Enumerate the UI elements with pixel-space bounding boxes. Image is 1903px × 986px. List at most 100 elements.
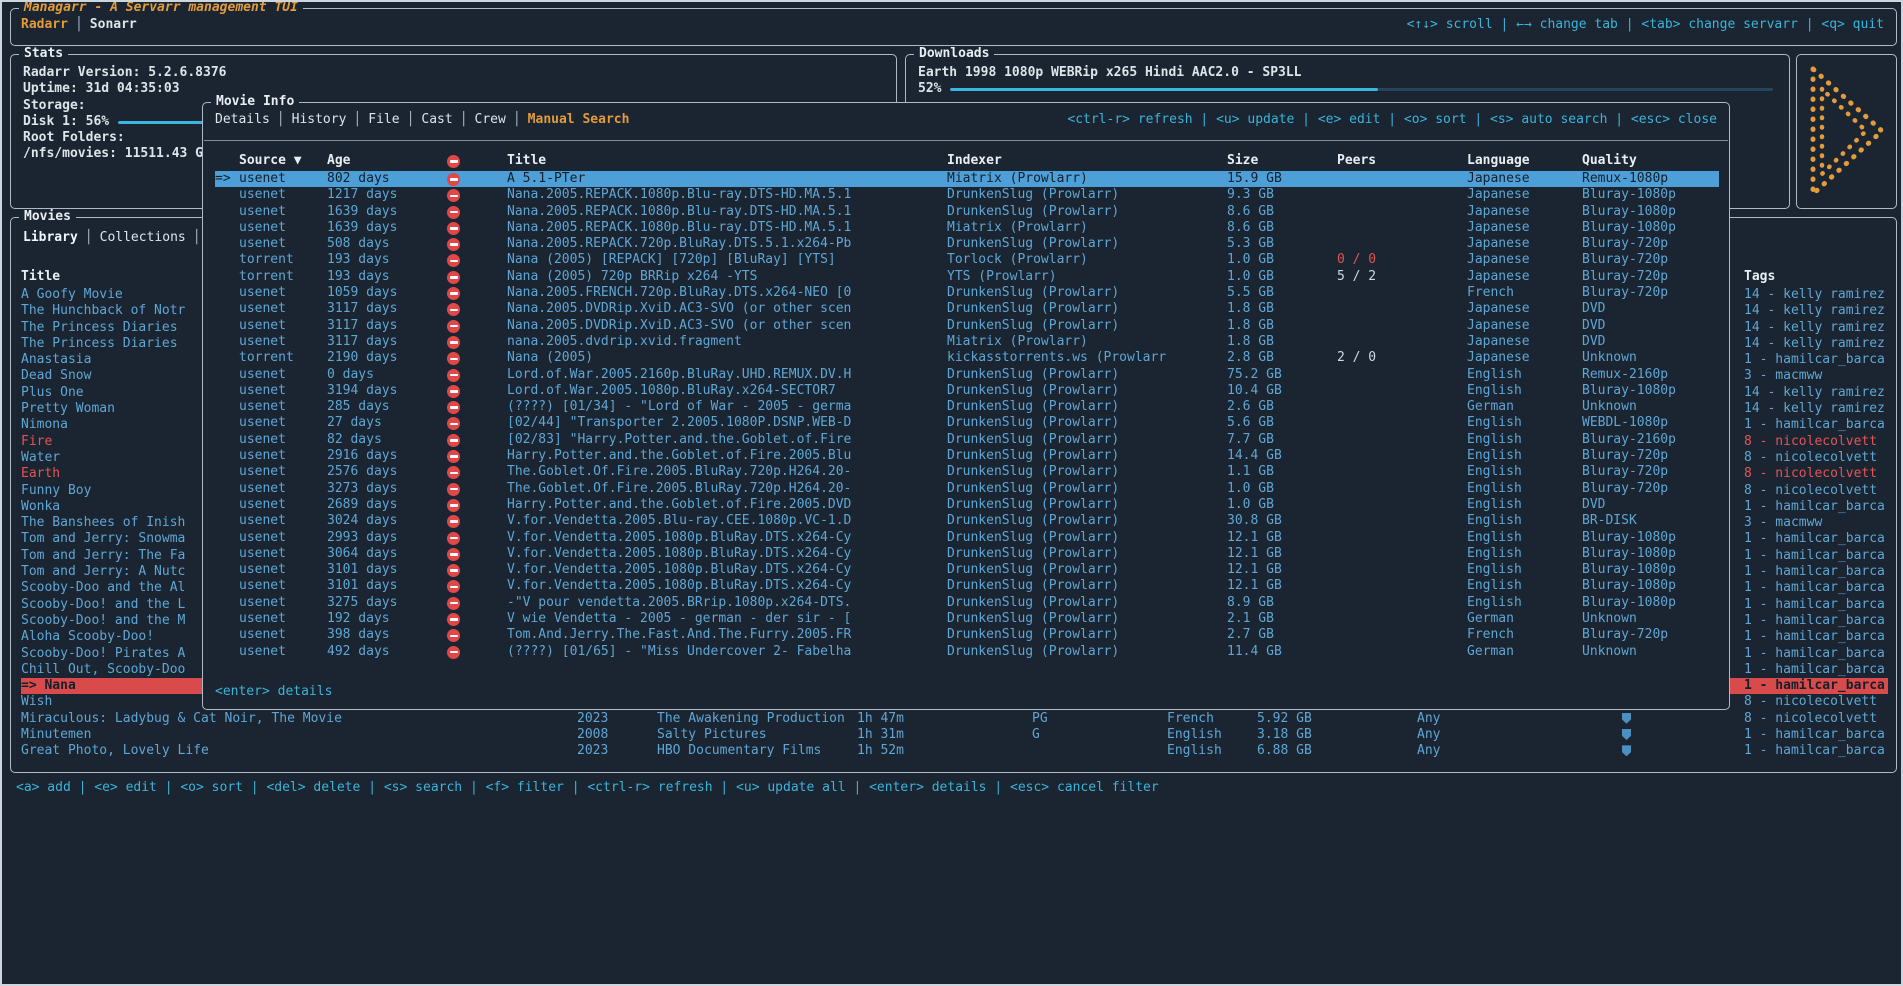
search-result-row[interactable]: usenet3101 daysV.for.Vendetta.2005.1080p… [215,562,1719,578]
rejected-icon [447,222,460,235]
result-quality: Bluray-720p [1582,285,1719,301]
result-title: V.for.Vendetta.2005.Blu-ray.CEE.1080p.VC… [507,513,947,529]
search-result-row[interactable]: usenet2576 daysThe.Goblet.Of.Fire.2005.B… [215,464,1719,480]
tabs-divider [204,140,1728,141]
result-quality: WEBDL-1080p [1582,415,1719,431]
result-age: 3275 days [327,595,447,611]
result-title: Harry.Potter.and.the.Goblet.of.Fire.2005… [507,448,947,464]
tab-sonarr[interactable]: Sonarr [90,17,137,32]
movie-monitored [1622,743,1744,759]
tab-collections[interactable]: Collections [100,230,186,245]
search-result-row[interactable]: usenet3064 daysV.for.Vendetta.2005.1080p… [215,546,1719,562]
search-result-row[interactable]: usenet285 days(????) [01/34] - "Lord of … [215,399,1719,415]
movie-tags: 14 - kelly ramirez [1744,336,1888,352]
result-language: Japanese [1467,236,1582,252]
selection-indicator [215,285,239,301]
result-source: usenet [239,481,327,497]
movie-row[interactable]: Minutemen2008Salty Pictures1h 31mGEnglis… [21,727,1888,743]
result-rejected [447,497,507,513]
search-result-row[interactable]: usenet2916 daysHarry.Potter.and.the.Gobl… [215,448,1719,464]
search-result-row[interactable]: usenet492 days(????) [01/65] - "Miss Und… [215,644,1719,660]
search-result-row[interactable]: usenet508 daysNana.2005.REPACK.720p.BluR… [215,236,1719,252]
column-rejected [447,153,507,169]
search-result-row[interactable]: usenet3101 daysV.for.Vendetta.2005.1080p… [215,578,1719,594]
rejected-icon [447,238,460,251]
rejected-icon [447,450,460,463]
result-title: Tom.And.Jerry.The.Fast.And.The.Furry.200… [507,627,947,643]
tab-crew[interactable]: Crew [475,112,506,127]
search-result-row[interactable]: usenet0 daysLord.of.War.2005.2160p.BluRa… [215,367,1719,383]
download-percent: 52% [918,81,941,97]
search-result-row[interactable]: usenet3194 daysLord.of.War.2005.1080p.Bl… [215,383,1719,399]
result-peers [1337,578,1467,594]
result-rejected [447,301,507,317]
tab-separator: │ [353,112,361,127]
result-size: 12.1 GB [1227,546,1337,562]
result-source: usenet [239,530,327,546]
result-size: 30.8 GB [1227,513,1337,529]
result-quality: Bluray-720p [1582,236,1719,252]
result-quality: Bluray-1080p [1582,383,1719,399]
search-result-row[interactable]: usenet3117 daysnana.2005.dvdrip.xvid.fra… [215,334,1719,350]
result-indexer: DrunkenSlug (Prowlarr) [947,546,1227,562]
search-result-row[interactable]: usenet3024 daysV.for.Vendetta.2005.Blu-r… [215,513,1719,529]
search-result-row[interactable]: usenet3117 daysNana.2005.DVDRip.XviD.AC3… [215,301,1719,317]
search-result-row[interactable]: usenet1639 daysNana.2005.REPACK.1080p.Bl… [215,220,1719,236]
rejected-icon [447,320,460,333]
result-age: 193 days [327,269,447,285]
rejected-icon [447,646,460,659]
movie-tags: 1 - hamilcar_barca [1744,531,1888,547]
column-source[interactable]: Source ▼ [239,153,327,169]
result-title: V wie Vendetta - 2005 - german - der sir… [507,611,947,627]
result-size: 12.1 GB [1227,578,1337,594]
result-rejected [447,481,507,497]
tab-manual-search[interactable]: Manual Search [528,112,630,127]
tab-file[interactable]: File [368,112,399,127]
search-result-row[interactable]: usenet3117 daysNana.2005.DVDRip.XviD.AC3… [215,318,1719,334]
search-result-row[interactable]: torrent193 daysNana (2005) [REPACK] [720… [215,252,1719,268]
search-result-row[interactable]: usenet1639 daysNana.2005.REPACK.1080p.Bl… [215,204,1719,220]
result-rejected [447,513,507,529]
search-result-row[interactable]: usenet82 days[02/83] "Harry.Potter.and.t… [215,432,1719,448]
rejected-icon [447,189,460,202]
result-title: Lord.of.War.2005.2160p.BluRay.UHD.REMUX.… [507,367,947,383]
column-indexer: Indexer [947,153,1227,169]
search-result-row[interactable]: =>usenet802 daysA 5.1-PTerMiatrix (Prowl… [215,171,1719,187]
search-result-row[interactable]: usenet2993 daysV.for.Vendetta.2005.1080p… [215,530,1719,546]
tab-separator: │ [85,230,93,245]
tab-details[interactable]: Details [215,112,270,127]
servarr-tabs: Radarr│Sonarr [21,17,137,33]
result-language: English [1467,497,1582,513]
movie-row[interactable]: Great Photo, Lovely Life2023HBO Document… [21,743,1888,759]
tab-library[interactable]: Library [23,230,78,245]
search-result-row[interactable]: usenet27 days[02/44] "Transporter 2.2005… [215,415,1719,431]
search-result-row[interactable]: usenet398 daysTom.And.Jerry.The.Fast.And… [215,627,1719,643]
search-result-row[interactable]: usenet3275 days-"V pour vendetta.2005.BR… [215,595,1719,611]
search-result-row[interactable]: usenet1217 daysNana.2005.REPACK.1080p.Bl… [215,187,1719,203]
search-result-row[interactable]: torrent2190 daysNana (2005)kickasstorren… [215,350,1719,366]
tab-radarr[interactable]: Radarr [21,17,68,32]
rejected-icon [447,564,460,577]
search-result-row[interactable]: usenet1059 daysNana.2005.FRENCH.720p.Blu… [215,285,1719,301]
result-source: usenet [239,285,327,301]
library-shortcuts: <a> add | <e> edit | <o> sort | <del> de… [16,780,1159,796]
search-result-row[interactable]: torrent193 daysNana (2005) 720p BRRip x2… [215,269,1719,285]
result-language: English [1467,464,1582,480]
result-indexer: DrunkenSlug (Prowlarr) [947,595,1227,611]
search-result-row[interactable]: usenet3273 daysThe.Goblet.Of.Fire.2005.B… [215,481,1719,497]
result-language: German [1467,399,1582,415]
result-language: Japanese [1467,187,1582,203]
managarr-app: Managarr - A Servarr management TUI Rada… [0,0,1903,986]
tab-cast[interactable]: Cast [421,112,452,127]
result-source: usenet [239,578,327,594]
tab-history[interactable]: History [292,112,347,127]
result-size: 2.7 GB [1227,627,1337,643]
selection-indicator [215,627,239,643]
search-result-row[interactable]: usenet192 daysV wie Vendetta - 2005 - ge… [215,611,1719,627]
result-peers: 0 / 0 [1337,252,1467,268]
search-result-row[interactable]: usenet2689 daysHarry.Potter.and.the.Gobl… [215,497,1719,513]
result-size: 9.3 GB [1227,187,1337,203]
movie-year: 2023 [577,743,657,759]
movie-row[interactable]: Miraculous: Ladybug & Cat Noir, The Movi… [21,711,1888,727]
result-source: usenet [239,367,327,383]
